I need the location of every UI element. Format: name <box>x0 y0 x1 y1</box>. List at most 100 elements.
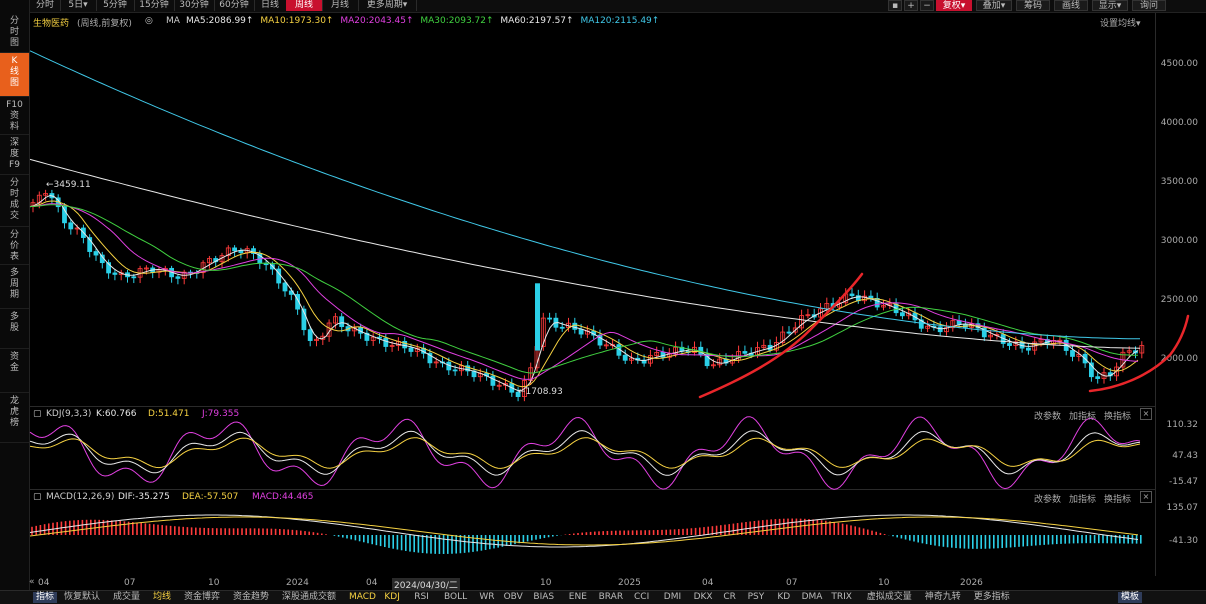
kline-chart <box>29 50 1190 554</box>
indicator-tab[interactable]: MACD <box>349 592 376 603</box>
low-price-label: ←1708.93 <box>518 387 563 397</box>
time-tick: 04 <box>38 578 50 588</box>
indicator-tab[interactable]: 深股通成交额 <box>282 592 336 603</box>
indicator-tab[interactable]: OBV <box>504 592 523 603</box>
candle-body <box>93 251 99 256</box>
indicator-tab[interactable]: 恢复默认 <box>64 592 100 603</box>
kdj-tick: -15.47 <box>1168 477 1198 487</box>
candle-body <box>452 369 458 372</box>
kdj-j: J:79.355 <box>202 409 240 419</box>
indicator-tab[interactable]: 资金趋势 <box>233 592 269 603</box>
scroll-left-icon[interactable]: « <box>29 577 35 587</box>
kdj-edit-params-button[interactable]: 改参数 <box>1034 409 1061 422</box>
indicator-tab[interactable]: 更多指标 <box>974 592 1010 603</box>
candle-body <box>786 331 792 334</box>
candle-body <box>1026 347 1031 351</box>
time-tick: 07 <box>124 578 136 588</box>
indicator-tab[interactable]: KDJ <box>384 592 400 603</box>
kdj-name: KDJ(9,3,3) <box>46 409 92 419</box>
macd-name: MACD(12,26,9) <box>46 492 115 502</box>
time-tick: 04 <box>366 578 378 588</box>
indicator-tab[interactable]: WR <box>479 592 494 603</box>
candle-body <box>742 351 748 354</box>
indicator-tab[interactable]: BRAR <box>599 592 623 603</box>
indicator-tab[interactable]: RSI <box>414 592 429 603</box>
macd-icon: ▢ <box>33 492 42 502</box>
high-price-label: ←3459.11 <box>46 180 91 190</box>
macd-dif: DIF:-35.275 <box>118 492 170 502</box>
indicator-tab[interactable]: TRIX <box>831 592 852 603</box>
indicator-tab[interactable]: KD <box>777 592 790 603</box>
time-tick: 2024 <box>286 578 309 588</box>
close-icon[interactable]: × <box>1140 408 1152 420</box>
kdj-k: K:60.766 <box>96 409 137 419</box>
candle-body <box>559 326 565 329</box>
indicator-tab[interactable]: 模板 <box>1118 592 1143 603</box>
macd-add-indicator-button[interactable]: 加指标 <box>1069 492 1096 505</box>
macd-edit-params-button[interactable]: 改参数 <box>1034 492 1061 505</box>
kdj-d-line <box>29 437 1141 469</box>
kdj-add-indicator-button[interactable]: 加指标 <box>1069 409 1096 422</box>
candle-body <box>622 354 628 361</box>
candle-body <box>937 326 943 333</box>
kdj-tick: 110.32 <box>1166 420 1199 430</box>
kdj-switch-indicator-button[interactable]: 换指标 <box>1104 409 1131 422</box>
candle-body <box>535 283 540 351</box>
ma5-line <box>29 194 1139 392</box>
candle-body <box>1070 350 1075 357</box>
indicator-tab[interactable]: CR <box>723 592 736 603</box>
time-tick: 10 <box>540 578 552 588</box>
indicator-tab[interactable]: 资金博弈 <box>184 592 220 603</box>
time-tick: 04 <box>702 578 714 588</box>
annotation-stroke <box>1088 314 1190 393</box>
ma60-line <box>29 158 1141 349</box>
kdj-tick: 47.43 <box>1172 451 1198 461</box>
candle-body <box>112 272 118 275</box>
candle-body <box>490 375 496 386</box>
indicator-tab[interactable]: DMA <box>802 592 823 603</box>
time-tick: 10 <box>878 578 890 588</box>
indicator-tab[interactable]: BOLL <box>444 592 467 603</box>
indicator-tab[interactable]: PSY <box>748 592 765 603</box>
indicator-tab[interactable]: DKX <box>694 592 713 603</box>
kdj-j-line <box>29 416 1141 490</box>
indicator-tab[interactable]: 神奇九转 <box>925 592 961 603</box>
candle-body <box>175 276 181 279</box>
indicator-tab[interactable]: 指标 <box>33 592 58 603</box>
ma20-line <box>29 203 1139 380</box>
candle-body <box>1095 376 1101 379</box>
time-tick: 10 <box>208 578 220 588</box>
candle-body <box>408 347 414 352</box>
indicator-tab[interactable]: 均线 <box>153 592 171 603</box>
indicator-tab[interactable]: 成交量 <box>113 592 140 603</box>
close-icon[interactable]: × <box>1140 491 1152 503</box>
candle-body <box>282 282 288 292</box>
candle-body <box>307 329 313 341</box>
candle-body <box>849 293 855 297</box>
candle-body <box>339 316 345 328</box>
time-tick: 07 <box>786 578 798 588</box>
indicator-tabs: 指标 恢复默认 成交量 均线 资金博弈 资金趋势 深股通成交额 MACD KDJ RSI BOLL W… <box>0 590 1206 604</box>
macd-value: MACD:44.465 <box>252 492 314 502</box>
candle-body <box>578 328 584 335</box>
candle-body <box>68 222 74 230</box>
macd-tick: -41.30 <box>1168 536 1198 546</box>
candle-body <box>572 322 578 330</box>
indicator-tab[interactable]: DMI <box>664 592 681 603</box>
candle-body <box>900 312 905 317</box>
indicator-tab[interactable]: ENE <box>569 592 587 603</box>
indicator-tab[interactable]: CCI <box>634 592 649 603</box>
kdj-d: D:51.471 <box>148 409 190 419</box>
macd-switch-indicator-button[interactable]: 换指标 <box>1104 492 1131 505</box>
candle-body <box>547 317 552 320</box>
ma10-line <box>29 200 1139 388</box>
candle-body <box>1007 343 1012 346</box>
candle-body <box>232 247 238 252</box>
candle-body <box>383 337 389 347</box>
ma120-line <box>29 50 1141 340</box>
indicator-tab[interactable]: BIAS <box>533 592 554 603</box>
candle-body <box>131 276 137 279</box>
indicator-tab[interactable]: 虚拟成交量 <box>867 592 912 603</box>
macd-tick: 135.07 <box>1166 503 1199 513</box>
ma30-line <box>29 204 1139 374</box>
